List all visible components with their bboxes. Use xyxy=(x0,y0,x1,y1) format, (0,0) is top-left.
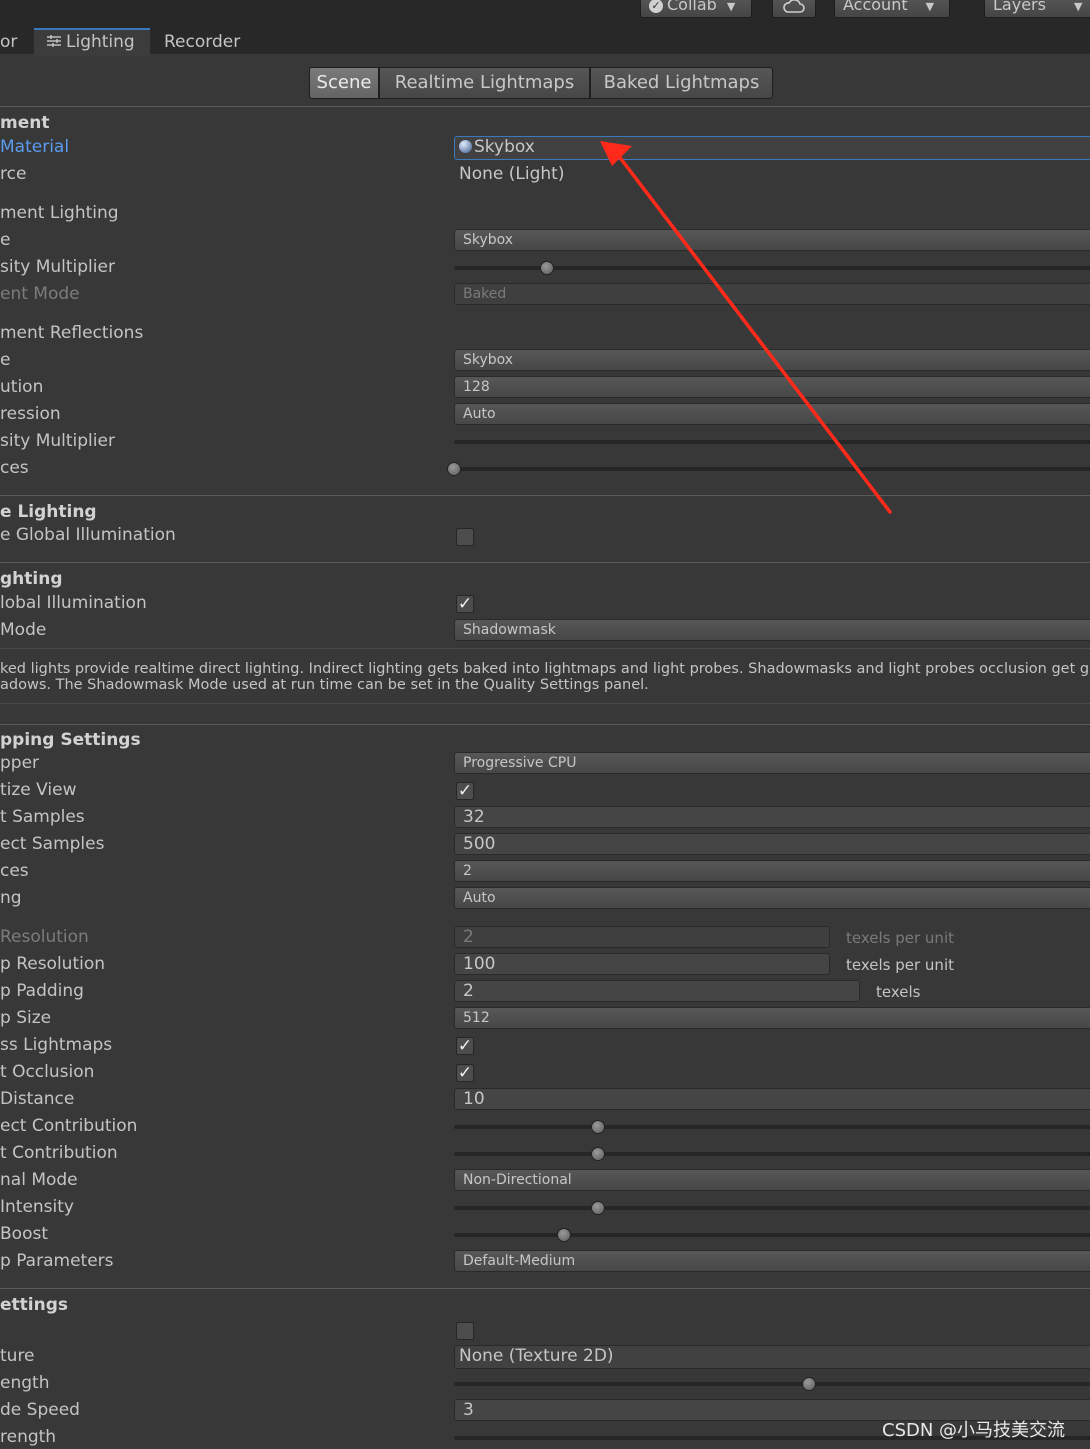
red-annotation-arrow xyxy=(600,141,892,514)
watermark-text: CSDN @小马技美交流 xyxy=(882,1420,1066,1441)
